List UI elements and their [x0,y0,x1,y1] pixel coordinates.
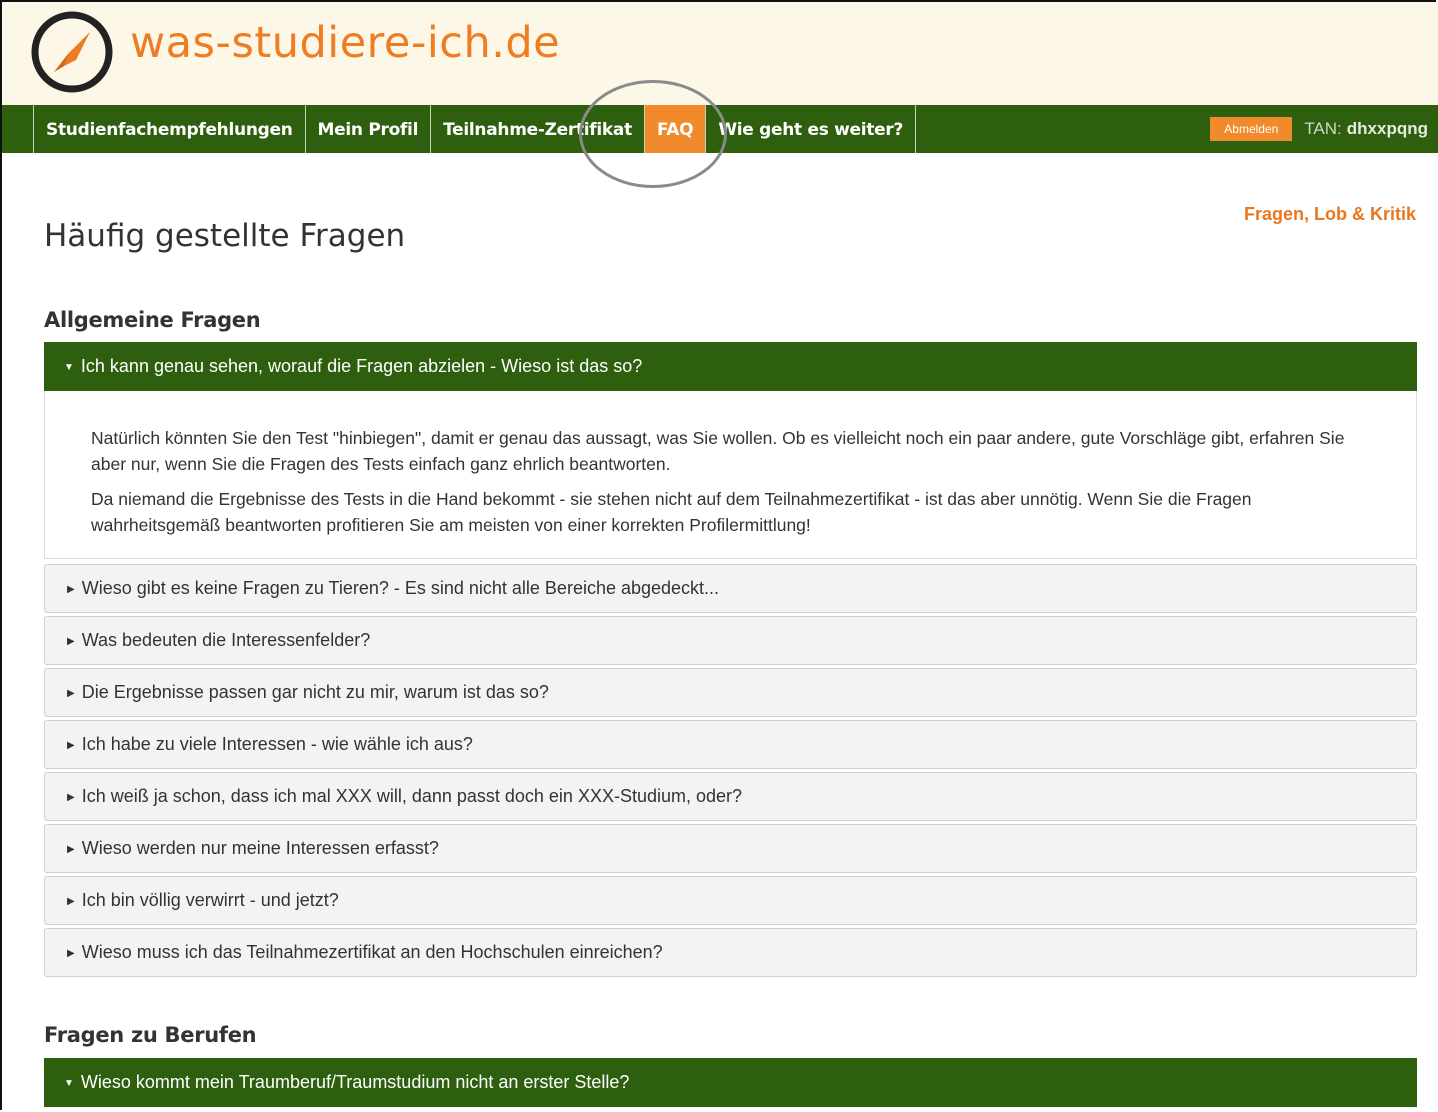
tan-label: TAN: [1304,119,1342,138]
caret-down-icon: ▼ [64,1078,74,1089]
faq-question-label: Was bedeuten die Interessenfelder? [81,630,371,650]
compass-icon[interactable] [30,10,114,94]
caret-right-icon: ▶ [67,636,75,647]
caret-right-icon: ▶ [67,896,75,907]
feedback-link[interactable]: Fragen, Lob & Kritik [1244,204,1416,225]
main-nav: Studienfachempfehlungen Mein Profil Teil… [2,105,1438,153]
faq-question-label: Ich habe zu viele Interessen - wie wähle… [81,734,473,754]
faq-question-open[interactable]: ▼ Ich kann genau sehen, worauf die Fragen… [44,342,1417,391]
faq-question[interactable]: ▶ Ich habe zu viele Interessen - wie wähl… [44,720,1417,769]
nav-item-wie-geht-es-weiter[interactable]: Wie geht es weiter? [705,105,917,153]
faq-answer-panel: Natürlich könnten Sie den Test "hinbiege… [44,391,1417,559]
caret-right-icon: ▶ [67,948,75,959]
site-title[interactable]: was-studiere-ich.de [130,18,560,68]
faq-question-label: Wieso kommt mein Traumberuf/Traumstudium… [80,1072,630,1092]
logout-button[interactable]: Abmelden [1210,117,1293,141]
section-title-fragen-zu-berufen: Fragen zu Berufen [44,1023,257,1047]
faq-answer-paragraph: Da niemand die Ergebnisse des Tests in d… [91,489,1252,535]
caret-right-icon: ▶ [67,740,75,751]
faq-question[interactable]: ▶ Die Ergebnisse passen gar nicht zu mir,… [44,668,1417,717]
nav-item-studienfachempfehlungen[interactable]: Studienfachempfehlungen [33,105,305,153]
caret-down-icon: ▼ [64,362,74,373]
caret-right-icon: ▶ [67,792,75,803]
faq-question-label: Ich weiß ja schon, dass ich mal XXX will… [81,786,743,806]
faq-question[interactable]: ▶ Wieso werden nur meine Interessen erfas… [44,824,1417,873]
nav-item-faq[interactable]: FAQ [643,105,706,153]
page-title: Häufig gestellte Fragen [44,218,406,254]
faq-question[interactable]: ▶ Ich bin völlig verwirrt - und jetzt? [44,876,1417,925]
faq-question[interactable]: ▶ Wieso gibt es keine Fragen zu Tieren? -… [44,564,1417,613]
faq-question-label: Wieso werden nur meine Interessen erfass… [81,838,439,858]
site-header: was-studiere-ich.de [2,2,1438,105]
faq-question-label: Ich kann genau sehen, worauf die Fragen … [80,356,643,376]
faq-question-label: Wieso muss ich das Teilnahmezertifikat a… [81,942,663,962]
tan-value: dhxxpqng [1346,119,1428,138]
faq-answer-paragraph: Natürlich könnten Sie den Test "hinbiege… [91,428,1345,474]
faq-question[interactable]: ▶ Ich weiß ja schon, dass ich mal XXX wil… [44,772,1417,821]
faq-question[interactable]: ▶ Was bedeuten die Interessenfelder? [44,616,1417,665]
nav-item-teilnahme-zertifikat[interactable]: Teilnahme-Zertifikat [430,105,644,153]
faq-question-label: Ich bin völlig verwirrt - und jetzt? [81,890,339,910]
nav-item-mein-profil[interactable]: Mein Profil [304,105,431,153]
caret-right-icon: ▶ [67,844,75,855]
faq-question-open[interactable]: ▼ Wieso kommt mein Traumberuf/Traumstudiu… [44,1058,1417,1107]
faq-question[interactable]: ▶ Wieso muss ich das Teilnahmezertifikat … [44,928,1417,977]
faq-question-label: Wieso gibt es keine Fragen zu Tieren? - … [81,578,720,598]
caret-right-icon: ▶ [67,688,75,699]
caret-right-icon: ▶ [67,584,75,595]
faq-question-label: Die Ergebnisse passen gar nicht zu mir, … [81,682,549,702]
section-title-allgemeine-fragen: Allgemeine Fragen [44,308,261,332]
